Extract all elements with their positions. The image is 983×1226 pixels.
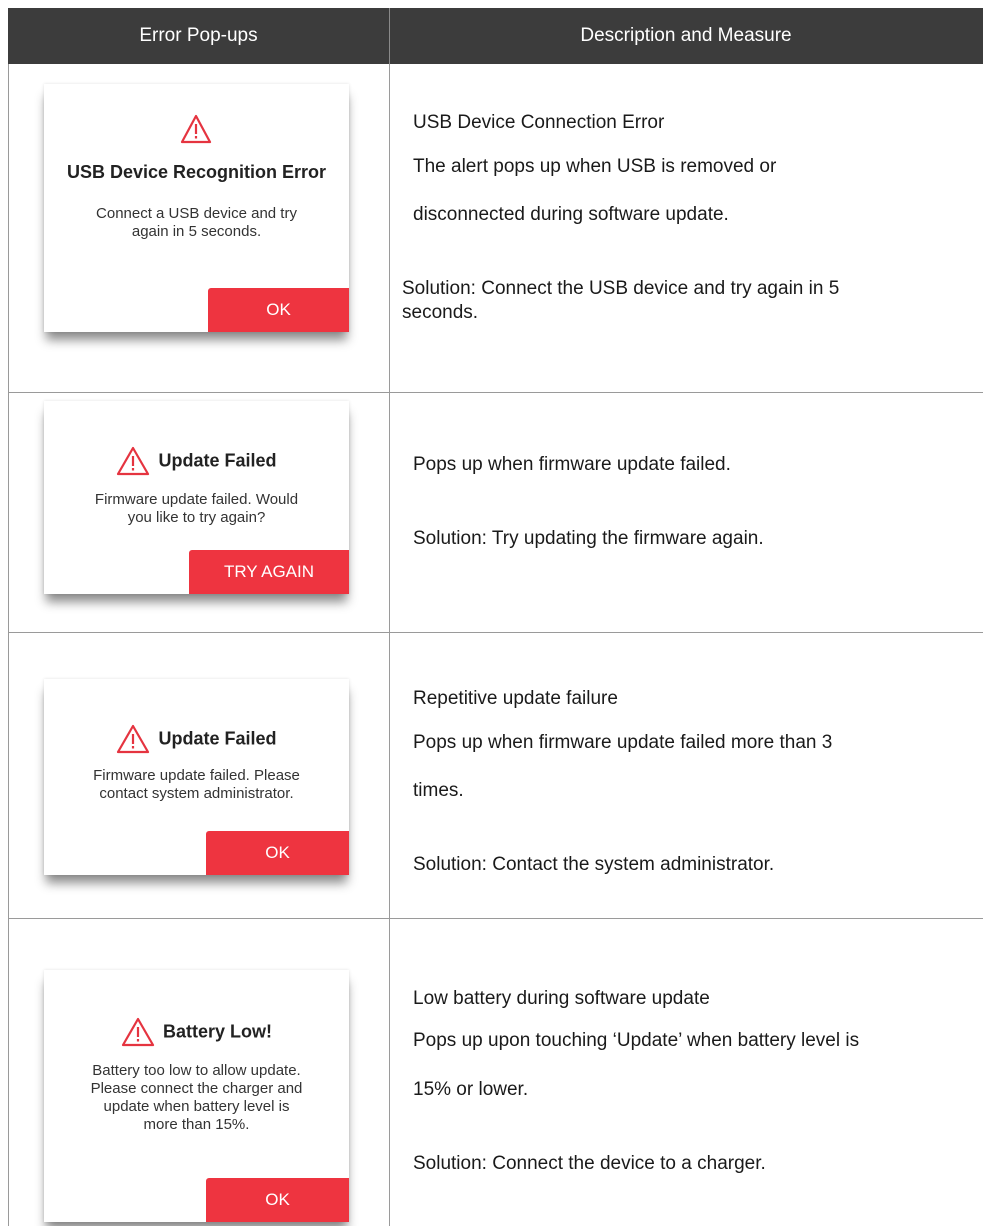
description-line: The alert pops up when USB is removed or bbox=[413, 156, 777, 177]
header-error-popups: Error Pop-ups bbox=[139, 25, 258, 46]
popup-title: Update Failed bbox=[44, 724, 349, 754]
table-header: Error Pop-ups Description and Measure bbox=[8, 8, 983, 64]
ok-button[interactable]: OK bbox=[206, 831, 349, 875]
solution-line: Solution: Connect the device to a charge… bbox=[413, 1153, 766, 1174]
solution-line: Solution: Try updating the firmware agai… bbox=[413, 528, 764, 549]
description-line: 15% or lower. bbox=[413, 1079, 529, 1100]
description-line: USB Device Connection Error bbox=[413, 112, 665, 133]
description-line: times. bbox=[413, 780, 464, 801]
header-description-measure: Description and Measure bbox=[580, 25, 792, 46]
popup-message: Battery too low to allow update. Please … bbox=[90, 1062, 303, 1133]
warning-triangle-icon bbox=[180, 114, 212, 149]
popup-message: Firmware update failed. Would you like t… bbox=[94, 491, 299, 526]
description-line: Pops up when firmware update failed more… bbox=[413, 732, 833, 753]
description-line: Pops up when firmware update failed. bbox=[413, 454, 731, 475]
ok-button[interactable]: OK bbox=[206, 1178, 349, 1222]
solution-line: seconds. bbox=[402, 302, 479, 323]
row-divider bbox=[8, 392, 983, 393]
ok-button[interactable]: OK bbox=[208, 288, 349, 332]
error-popups-table: Error Pop-ups Description and Measure US… bbox=[8, 8, 983, 1226]
popup-title: Update Failed bbox=[44, 446, 349, 476]
row-divider bbox=[8, 632, 983, 633]
description-line: disconnected during software update. bbox=[413, 204, 729, 225]
usb-error-popup: USB Device Recognition Error Connect a U… bbox=[44, 84, 349, 332]
popup-message: Firmware update failed. Please contact s… bbox=[93, 767, 300, 802]
warning-triangle-icon bbox=[121, 1017, 155, 1047]
description-line: Repetitive update failure bbox=[413, 688, 618, 709]
popup-message: Connect a USB device and try again in 5 … bbox=[96, 205, 297, 240]
warning-triangle-icon bbox=[117, 446, 150, 476]
popup-title: Battery Low! bbox=[44, 1017, 349, 1047]
battery-low-popup: Battery Low! Battery too low to allow up… bbox=[44, 970, 349, 1222]
try-again-button[interactable]: TRY AGAIN bbox=[189, 550, 349, 594]
table-left-border bbox=[8, 64, 9, 1226]
update-failed-admin-popup: Update Failed Firmware update failed. Pl… bbox=[44, 679, 349, 875]
description-line: Low battery during software update bbox=[413, 988, 710, 1009]
solution-line: Solution: Connect the USB device and try… bbox=[402, 278, 840, 299]
column-divider bbox=[389, 64, 390, 1226]
row-divider bbox=[8, 918, 983, 919]
popup-title: USB Device Recognition Error bbox=[66, 162, 327, 182]
update-failed-retry-popup: Update Failed Firmware update failed. Wo… bbox=[44, 401, 349, 594]
warning-triangle-icon bbox=[117, 724, 150, 754]
solution-line: Solution: Contact the system administrat… bbox=[413, 854, 775, 875]
description-line: Pops up upon touching ‘Update’ when batt… bbox=[413, 1030, 860, 1051]
